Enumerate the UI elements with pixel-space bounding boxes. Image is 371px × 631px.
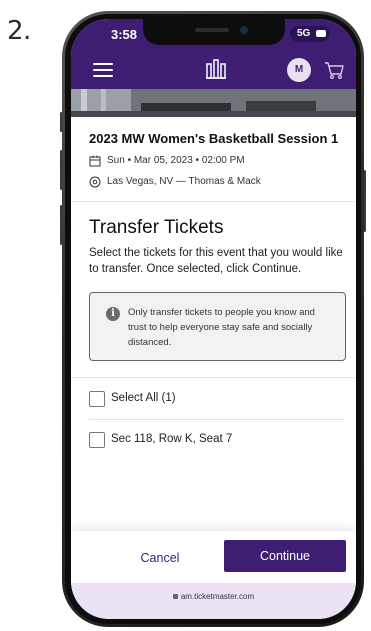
arena-photo [71, 89, 356, 117]
status-time: 3:58 [111, 27, 138, 42]
info-icon: i [106, 307, 120, 321]
browser-url-bar[interactable]: am.ticketmaster.com [71, 583, 356, 619]
safety-notice: i Only transfer tickets to people you kn… [89, 292, 346, 361]
select-all-label: Select All (1) [111, 392, 176, 404]
section-divider [71, 201, 356, 202]
location-pin-icon [89, 176, 101, 188]
select-all-checkbox[interactable] [89, 391, 105, 407]
phone-notch [143, 19, 285, 45]
network-type: 5G [297, 28, 311, 39]
step-number: 2. [7, 16, 31, 46]
select-all-row[interactable]: Select All (1) [89, 390, 339, 410]
event-location-row: Las Vegas, NV — Thomas & Mack [89, 176, 339, 188]
user-avatar[interactable]: M [287, 58, 311, 82]
event-location: Las Vegas, NV — Thomas & Mack [107, 176, 261, 187]
url-display: am.ticketmaster.com [71, 592, 356, 601]
speaker-grille [195, 28, 229, 32]
url-text: am.ticketmaster.com [180, 592, 255, 601]
event-banner-image [71, 89, 356, 117]
notice-text: Only transfer tickets to people you know… [128, 307, 315, 348]
event-title: 2023 MW Women's Basketball Session 1 [89, 131, 339, 146]
event-datetime: Sun • Mar 05, 2023 • 02:00 PM [107, 155, 245, 166]
continue-button[interactable]: Continue [224, 540, 346, 572]
ticket-row[interactable]: Sec 118, Row K, Seat 7 [89, 431, 339, 451]
app-nav-bar: M [71, 51, 356, 89]
venue-logo-icon [206, 59, 226, 79]
cancel-button[interactable]: Cancel [115, 546, 205, 570]
lock-icon [172, 594, 178, 599]
network-indicator: 5G [290, 26, 330, 42]
ticket-checkbox[interactable] [89, 432, 105, 448]
menu-icon[interactable] [93, 63, 113, 77]
row-divider [89, 419, 344, 420]
transfer-instructions: Select the tickets for this event that y… [89, 247, 343, 275]
front-camera [240, 26, 248, 34]
ticket-seat-label: Sec 118, Row K, Seat 7 [111, 433, 233, 445]
page-title: Transfer Tickets [89, 217, 224, 238]
battery-icon [316, 30, 326, 37]
cart-icon[interactable] [323, 59, 345, 81]
section-divider [71, 377, 356, 378]
event-date-row: Sun • Mar 05, 2023 • 02:00 PM [89, 155, 339, 167]
calendar-icon [89, 155, 101, 167]
phone-screen: 3:58 5G M 2023 MW Women's Basketball Ses… [71, 19, 356, 619]
action-footer: Cancel Continue [71, 531, 356, 583]
status-bar: 3:58 5G [71, 19, 356, 51]
